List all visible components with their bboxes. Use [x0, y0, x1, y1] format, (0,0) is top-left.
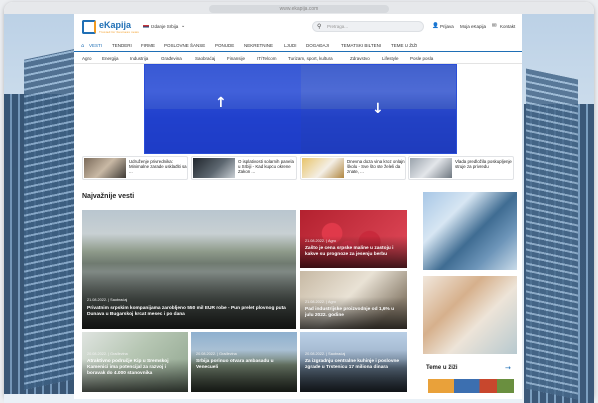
login-link[interactable]: Prijava: [440, 24, 454, 29]
tile-date: 20.08.2022.: [305, 352, 326, 356]
cat-turizam[interactable]: Turizam, sport, kultura: [288, 56, 333, 61]
nav-dogadjaji[interactable]: Događaji: [306, 43, 329, 48]
search-placeholder: Pretraga...: [327, 24, 349, 29]
tile-date: 21.08.2022.: [305, 300, 326, 304]
card-title: Udruženje privrednika: Minimalne zarade …: [129, 158, 187, 174]
tile-title: Pad industrijske proizvodnje od 1,6% u j…: [305, 307, 395, 318]
section-title: Najvažnije vesti: [82, 193, 135, 200]
sidebar-ad-building[interactable]: [423, 192, 517, 270]
nav-teme-u-zizi[interactable]: Teme u žiži: [391, 43, 417, 48]
tile-meta: 20.08.2022. | Građevina: [87, 352, 128, 356]
nav-ljudi[interactable]: Ljudi: [284, 43, 297, 48]
cat-posle-posla[interactable]: Posle posla: [410, 56, 433, 61]
tile-title: Privatnim srpskim kompanijama zarobljeno…: [87, 306, 286, 317]
tile-meta: 21.08.2022. | Agro: [305, 239, 336, 243]
card-thumbnail: [302, 158, 344, 178]
nav-tematski-bilteni[interactable]: Tematski bilteni: [341, 43, 381, 48]
cat-agro[interactable]: Agro: [82, 56, 92, 61]
tile-title: Za izgradnju centralne kuhinje i poslovn…: [305, 359, 400, 370]
chevron-down-icon[interactable]: ⌄: [181, 23, 185, 29]
mail-icon[interactable]: ✉: [492, 23, 497, 29]
news-tile[interactable]: 20.08.2022. | Građevina Atraktivno podru…: [82, 332, 188, 392]
arrow-down-icon[interactable]: ↓: [372, 101, 384, 117]
nav-firme[interactable]: Firme: [141, 43, 155, 48]
search-input[interactable]: ⚲ Pretraga...: [312, 21, 424, 32]
arrow-up-icon[interactable]: ↑: [215, 95, 227, 111]
card-thumbnail: [193, 158, 235, 178]
tile-category[interactable]: Agro: [328, 300, 336, 304]
tile-meta: 21.08.2022. | Saobraćaj: [87, 298, 128, 302]
language-select[interactable]: Izdanje Srbija: [151, 24, 178, 29]
cat-zdravstvo[interactable]: Zdravstvo: [350, 56, 370, 61]
category-nav: Agro Energija Industrija Građevina Saobr…: [74, 53, 522, 64]
card-title: O isplativosti solarnih panela u Srbiji …: [238, 158, 294, 174]
cat-energija[interactable]: Energija: [102, 56, 119, 61]
cat-industrija[interactable]: Industrija: [130, 56, 148, 61]
news-card[interactable]: Vlada predložila poskupljenje struje za …: [408, 156, 514, 180]
tile-category[interactable]: Saobraćaj: [328, 352, 345, 356]
cat-lifestyle[interactable]: Lifestyle: [382, 56, 399, 61]
my-ekapija-link[interactable]: Moja eKapija: [460, 24, 486, 29]
address-bar[interactable]: www.ekapija.com: [209, 5, 389, 13]
tile-category[interactable]: Građevina: [110, 352, 128, 356]
hero-band: [145, 109, 456, 153]
website: eKapija Trusted for business news Izdanj…: [74, 14, 522, 399]
teme-u-zizi-title[interactable]: Teme u žiži: [426, 365, 458, 371]
nav-vesti[interactable]: Vesti: [89, 43, 102, 48]
tile-date: 20.08.2022.: [87, 352, 108, 356]
main-nav: ⌂ Vesti Tenderi Firme Poslovne šanse Pon…: [74, 40, 522, 52]
tile-date: 20.08.2022.: [196, 352, 217, 356]
search-icon[interactable]: ⚲: [317, 23, 321, 30]
sidebar-ad-office[interactable]: [423, 276, 517, 354]
tile-title: Srbija porinuo otvara ambasadu u Venecue…: [196, 359, 274, 370]
tile-date: 21.08.2022.: [87, 298, 108, 302]
news-card[interactable]: Udruženje privrednika: Minimalne zarade …: [82, 156, 188, 180]
tile-category[interactable]: Saobraćaj: [110, 298, 127, 302]
nav-nekretnine[interactable]: Nekretnine: [244, 43, 273, 48]
news-tile[interactable]: 20.08.2022. | Saobraćaj Za izgradnju cen…: [300, 332, 407, 392]
tile-date: 21.08.2022.: [305, 239, 326, 243]
tile-title: Atraktivno područje Kip u Sremskoj Kamen…: [87, 359, 169, 376]
teme-thumbnails[interactable]: [428, 379, 514, 393]
tile-category[interactable]: Agro: [328, 239, 336, 243]
cat-saobracaj[interactable]: Saobraćaj: [195, 56, 215, 61]
logo-icon[interactable]: [82, 20, 96, 34]
site-header: eKapija Trusted for business news Izdanj…: [74, 14, 522, 38]
hero-banner[interactable]: ↑ ↓: [144, 64, 457, 154]
contact-link[interactable]: Kontakt: [500, 24, 515, 29]
news-card[interactable]: Dnevna doza vina kroz onlajn školu - Sve…: [300, 156, 406, 180]
news-tile-main[interactable]: 21.08.2022. | Saobraćaj Privatnim srpski…: [82, 210, 296, 329]
cat-finansije[interactable]: Finansije: [227, 56, 245, 61]
tile-meta: 20.08.2022. | Građevina: [196, 352, 237, 356]
nav-poslovne-sanse[interactable]: Poslovne šanse: [164, 43, 205, 48]
top-news-cards: Udruženje privrednika: Minimalne zarade …: [82, 156, 514, 180]
home-icon[interactable]: ⌂: [81, 43, 84, 49]
tile-meta: 20.08.2022. | Saobraćaj: [305, 352, 346, 356]
tile-meta: 21.08.2022. | Agro: [305, 300, 336, 304]
news-tile[interactable]: 21.08.2022. | Agro Zašto je cena srpske …: [300, 210, 407, 268]
arrow-right-icon[interactable]: →: [505, 364, 511, 372]
building-right-glass: [526, 68, 578, 400]
user-icon[interactable]: 👤: [432, 23, 439, 29]
card-title: Dnevna doza vina kroz onlajn školu - Sve…: [347, 158, 405, 174]
card-thumbnail: [410, 158, 452, 178]
tile-category[interactable]: Građevina: [219, 352, 237, 356]
building-left-glass: [24, 48, 78, 390]
news-card[interactable]: O isplativosti solarnih panela u Srbiji …: [191, 156, 297, 180]
tile-title: Zašto je cena srpske maline u zastoju i …: [305, 246, 394, 257]
card-title: Vlada predložila poskupljenje struje za …: [455, 158, 512, 169]
logo[interactable]: eKapija: [99, 20, 131, 30]
logo-tagline: Trusted for business news: [99, 30, 139, 34]
news-tile[interactable]: 20.08.2022. | Građevina Srbija porinuo o…: [191, 332, 297, 392]
nav-tenderi[interactable]: Tenderi: [112, 43, 132, 48]
tile-shade: [82, 263, 296, 329]
news-tile[interactable]: 21.08.2022. | Agro Pad industrijske proi…: [300, 271, 407, 329]
cat-it-telcom[interactable]: IT/Telcom: [257, 56, 277, 61]
card-thumbnail: [84, 158, 126, 178]
nav-ponude[interactable]: Ponude: [215, 43, 234, 48]
cat-gradjevina[interactable]: Građevina: [161, 56, 182, 61]
flag-icon: [143, 25, 149, 29]
